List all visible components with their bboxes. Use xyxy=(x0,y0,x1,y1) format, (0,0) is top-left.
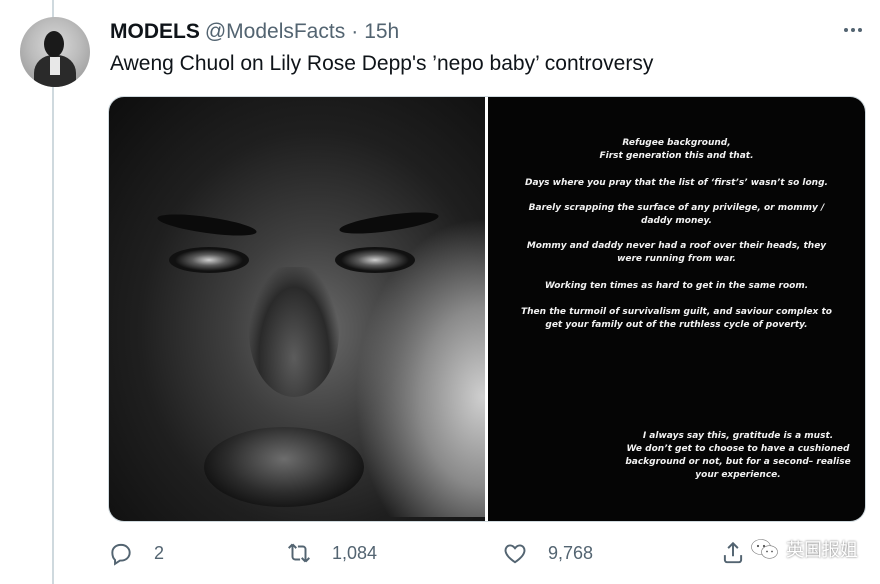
photo-lips xyxy=(204,427,364,507)
separator-dot: · xyxy=(351,20,359,43)
statement-line: Barely scrapping the surface of any priv… xyxy=(528,203,825,213)
tweet-header: MODELS @ModelsFacts · 15h xyxy=(110,20,399,44)
avatar-figure-head xyxy=(44,31,64,57)
statement-image[interactable]: Refugee background, First generation thi… xyxy=(488,97,865,521)
like-button[interactable]: 9,768 xyxy=(502,540,593,566)
like-icon xyxy=(504,544,526,564)
more-icon[interactable] xyxy=(838,18,868,42)
wechat-logo-icon xyxy=(751,539,778,559)
tweet-time[interactable]: 15h xyxy=(364,20,399,44)
retweet-button[interactable]: 1,084 xyxy=(286,540,377,566)
reply-icon xyxy=(111,543,131,566)
author-handle[interactable]: @ModelsFacts xyxy=(205,20,345,44)
share-icon xyxy=(723,541,743,564)
tweet-media[interactable]: Refugee background, First generation thi… xyxy=(108,96,866,522)
photo-right-eye xyxy=(335,247,415,273)
statement-line: Then the turmoil of survivalism guilt, a… xyxy=(521,307,832,317)
statement-line: Refugee background, xyxy=(622,138,731,148)
statement-line: Mommy and daddy never had a roof over th… xyxy=(526,241,827,251)
like-count: 9,768 xyxy=(548,542,594,563)
share-button[interactable] xyxy=(720,540,746,566)
photo-left-eye xyxy=(169,247,249,273)
photo-left-brow xyxy=(156,210,258,240)
statement-line: your experience. xyxy=(695,470,781,480)
reply-button[interactable]: 2 xyxy=(108,540,164,566)
statement-line: were running from war. xyxy=(617,254,736,264)
reply-count: 2 xyxy=(154,542,165,563)
statement-line: background or not, but for a second– rea… xyxy=(625,457,851,467)
statement-line: We don’t get to choose to have a cushion… xyxy=(626,444,850,454)
thread-line xyxy=(52,0,54,584)
avatar[interactable] xyxy=(20,17,90,87)
statement-line: Days where you pray that the list of ‘fi… xyxy=(525,178,828,188)
retweet-count: 1,084 xyxy=(332,542,378,563)
avatar-figure-collar xyxy=(50,57,60,75)
statement-line: daddy money. xyxy=(641,216,712,226)
watermark-text: 英国报姐 xyxy=(786,540,858,561)
statement-line: Working ten times as hard to get in the … xyxy=(544,281,809,291)
tweet-text: Aweng Chuol on Lily Rose Depp's ’nepo ba… xyxy=(110,52,654,75)
portrait-photo[interactable] xyxy=(109,97,485,521)
statement-line: First generation this and that. xyxy=(599,151,754,161)
statement-line: I always say this, gratitude is a must. xyxy=(642,431,834,441)
photo-nose xyxy=(249,267,339,397)
author-name[interactable]: MODELS xyxy=(110,20,200,44)
wechat-watermark: 英国报姐 xyxy=(750,536,858,562)
retweet-icon xyxy=(288,543,310,563)
statement-line: get your family out of the ruthless cycl… xyxy=(545,320,808,330)
